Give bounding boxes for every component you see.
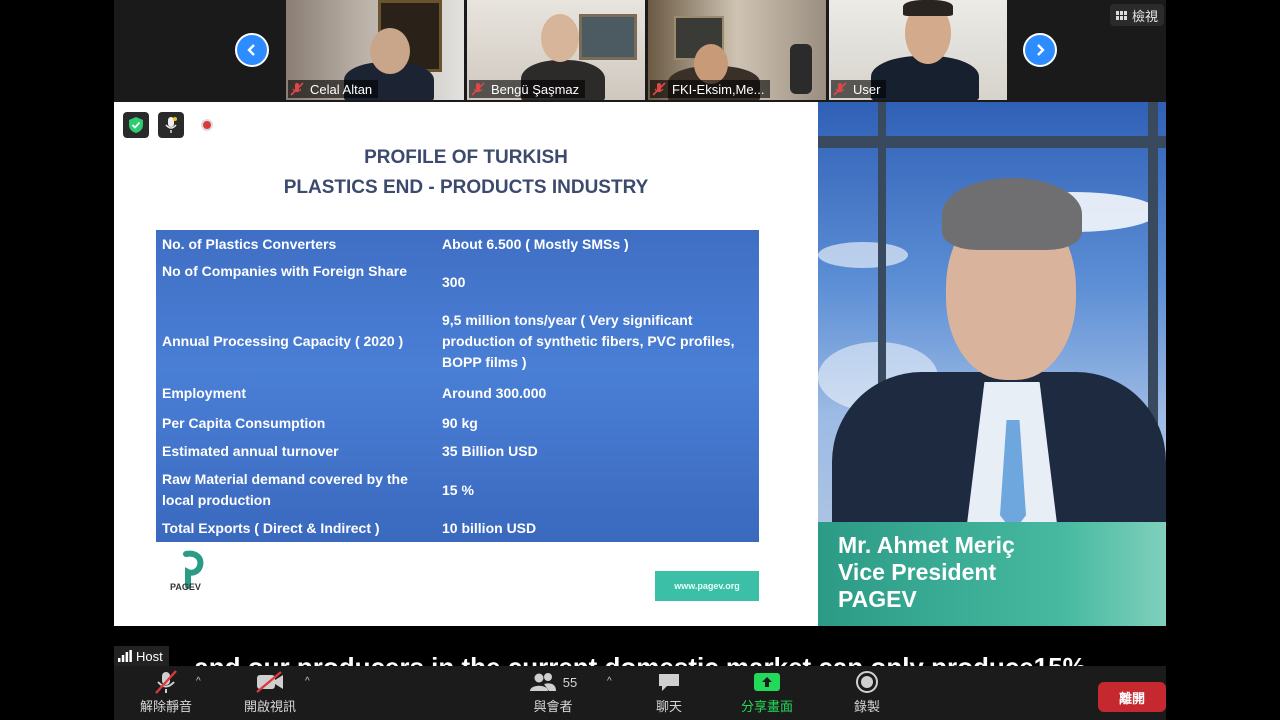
slide-title-line1: PROFILE OF TURKISH xyxy=(364,147,568,168)
security-shield-button[interactable] xyxy=(123,112,149,138)
table-row: No of Companies with Foreign Share 300 xyxy=(156,261,759,305)
participant-name-tag: Celal Altan xyxy=(288,80,379,98)
speaker-organization: PAGEV xyxy=(838,586,917,612)
participant-name-tag: Bengü Şaşmaz xyxy=(469,80,586,98)
participant-tile[interactable]: Celal Altan xyxy=(286,0,464,100)
profile-table: No. of Plastics Converters About 6.500 (… xyxy=(156,230,759,542)
video-options-caret-icon[interactable]: ^ xyxy=(305,676,310,687)
chevron-left-icon xyxy=(247,44,255,56)
chevron-right-icon xyxy=(1037,44,1045,56)
participant-name: Bengü Şaşmaz xyxy=(491,81,580,97)
muted-mic-icon xyxy=(471,82,485,96)
table-row: Per Capita Consumption 90 kg xyxy=(156,413,759,435)
participant-tile[interactable]: User xyxy=(829,0,1007,100)
participant-name: User xyxy=(853,81,881,97)
table-row: Annual Processing Capacity ( 2020 ) 9,5 … xyxy=(156,310,759,374)
participant-tile[interactable]: Bengü Şaşmaz xyxy=(467,0,645,100)
audio-options-caret-icon[interactable]: ^ xyxy=(196,676,201,687)
row-value: 35 Billion USD xyxy=(442,443,538,459)
table-row: Total Exports ( Direct & Indirect ) 10 b… xyxy=(156,518,759,540)
row-value: Around 300.000 xyxy=(442,385,547,401)
participants-count: 55 xyxy=(562,674,578,690)
row-label: No of Companies with Foreign Share xyxy=(162,263,408,279)
participants-label: 與會者 xyxy=(533,699,573,714)
table-row: Employment Around 300.000 xyxy=(156,383,759,405)
view-button-label: 檢視 xyxy=(1132,8,1159,24)
microphone-icon xyxy=(165,117,177,133)
record-label: 錄製 xyxy=(853,699,880,714)
audio-status-button[interactable] xyxy=(158,112,184,138)
participants-button[interactable]: 55 與會者 xyxy=(524,666,582,720)
speaker-title: Vice President xyxy=(838,559,997,585)
presentation-slide: PROFILE OF TURKISH PLASTICS END - PRODUC… xyxy=(114,102,818,626)
unmute-label: 解除靜音 xyxy=(139,699,192,714)
meeting-toolbar: 解除靜音 ^ 開啟視訊 ^ 55 與會者 ^ 聊天 分享畫面 錄製 離開 xyxy=(114,666,1166,720)
participant-name: FKI-Eksim,Me... xyxy=(672,81,765,97)
row-value: 90 kg xyxy=(442,415,478,431)
muted-mic-icon xyxy=(833,82,847,96)
table-row: Estimated annual turnover 35 Billion USD xyxy=(156,441,759,463)
row-value: 9,5 million tons/year ( Very significant… xyxy=(442,312,735,370)
muted-mic-icon xyxy=(290,82,304,96)
row-label: Raw Material demand covered by the local… xyxy=(162,471,408,508)
participants-icon xyxy=(529,673,556,691)
participant-name-tag: FKI-Eksim,Me... xyxy=(650,80,771,98)
start-video-button[interactable]: 開啟視訊 xyxy=(232,666,308,720)
row-value: About 6.500 ( Mostly SMSs ) xyxy=(442,236,629,252)
table-row: No. of Plastics Converters About 6.500 (… xyxy=(156,234,759,256)
participant-tile[interactable]: FKI-Eksim,Me... xyxy=(648,0,826,100)
prev-page-button[interactable] xyxy=(235,33,269,67)
unmute-button[interactable]: 解除靜音 xyxy=(128,666,204,720)
view-button[interactable]: 檢視 xyxy=(1110,4,1165,26)
participant-name-tag: User xyxy=(831,80,887,98)
table-row: Raw Material demand covered by the local… xyxy=(156,469,759,513)
share-screen-button[interactable]: 分享畫面 xyxy=(730,666,804,720)
speaker-name: Mr. Ahmet Meriç xyxy=(838,532,1015,558)
video-off-icon xyxy=(256,671,283,693)
website-label: www.pagev.org xyxy=(655,571,759,601)
shared-screen: PROFILE OF TURKISH PLASTICS END - PRODUC… xyxy=(114,102,1166,626)
row-label: Estimated annual turnover xyxy=(162,443,339,459)
row-value: 15 % xyxy=(442,482,474,498)
participant-name: Celal Altan xyxy=(310,81,373,97)
speaker-video: Mr. Ahmet Meriç Vice President PAGEV xyxy=(818,102,1166,626)
row-label: No. of Plastics Converters xyxy=(162,236,337,252)
row-label: Per Capita Consumption xyxy=(162,415,326,431)
chat-bubble-icon xyxy=(659,674,679,691)
slide-title-line2: PLASTICS END - PRODUCTS INDUSTRY xyxy=(283,177,649,198)
speaker-name-ribbon: Mr. Ahmet Meriç Vice President PAGEV xyxy=(818,522,1166,626)
record-button[interactable]: 錄製 xyxy=(842,666,892,720)
row-label: Total Exports ( Direct & Indirect ) xyxy=(162,520,380,536)
start-video-label: 開啟視訊 xyxy=(243,699,296,714)
muted-microphone-icon xyxy=(155,670,177,694)
participants-options-caret-icon[interactable]: ^ xyxy=(607,676,612,687)
row-label: Annual Processing Capacity ( 2020 ) xyxy=(162,333,404,349)
chat-label: 聊天 xyxy=(655,699,682,714)
row-label: Employment xyxy=(162,385,247,401)
next-page-button[interactable] xyxy=(1023,33,1057,67)
muted-mic-icon xyxy=(652,82,666,96)
chat-button[interactable]: 聊天 xyxy=(644,666,694,720)
gallery-grid-icon xyxy=(1116,10,1127,20)
share-screen-label: 分享畫面 xyxy=(740,699,793,714)
pagev-logo-text: PAGEV xyxy=(170,582,201,592)
leave-meeting-button[interactable]: 離開 xyxy=(1098,682,1166,712)
recording-indicator-icon xyxy=(201,119,213,131)
row-value: 10 billion USD xyxy=(442,520,537,536)
shield-check-icon xyxy=(129,117,143,133)
record-icon xyxy=(856,671,878,693)
share-screen-icon xyxy=(754,673,780,691)
row-value: 300 xyxy=(442,274,466,290)
